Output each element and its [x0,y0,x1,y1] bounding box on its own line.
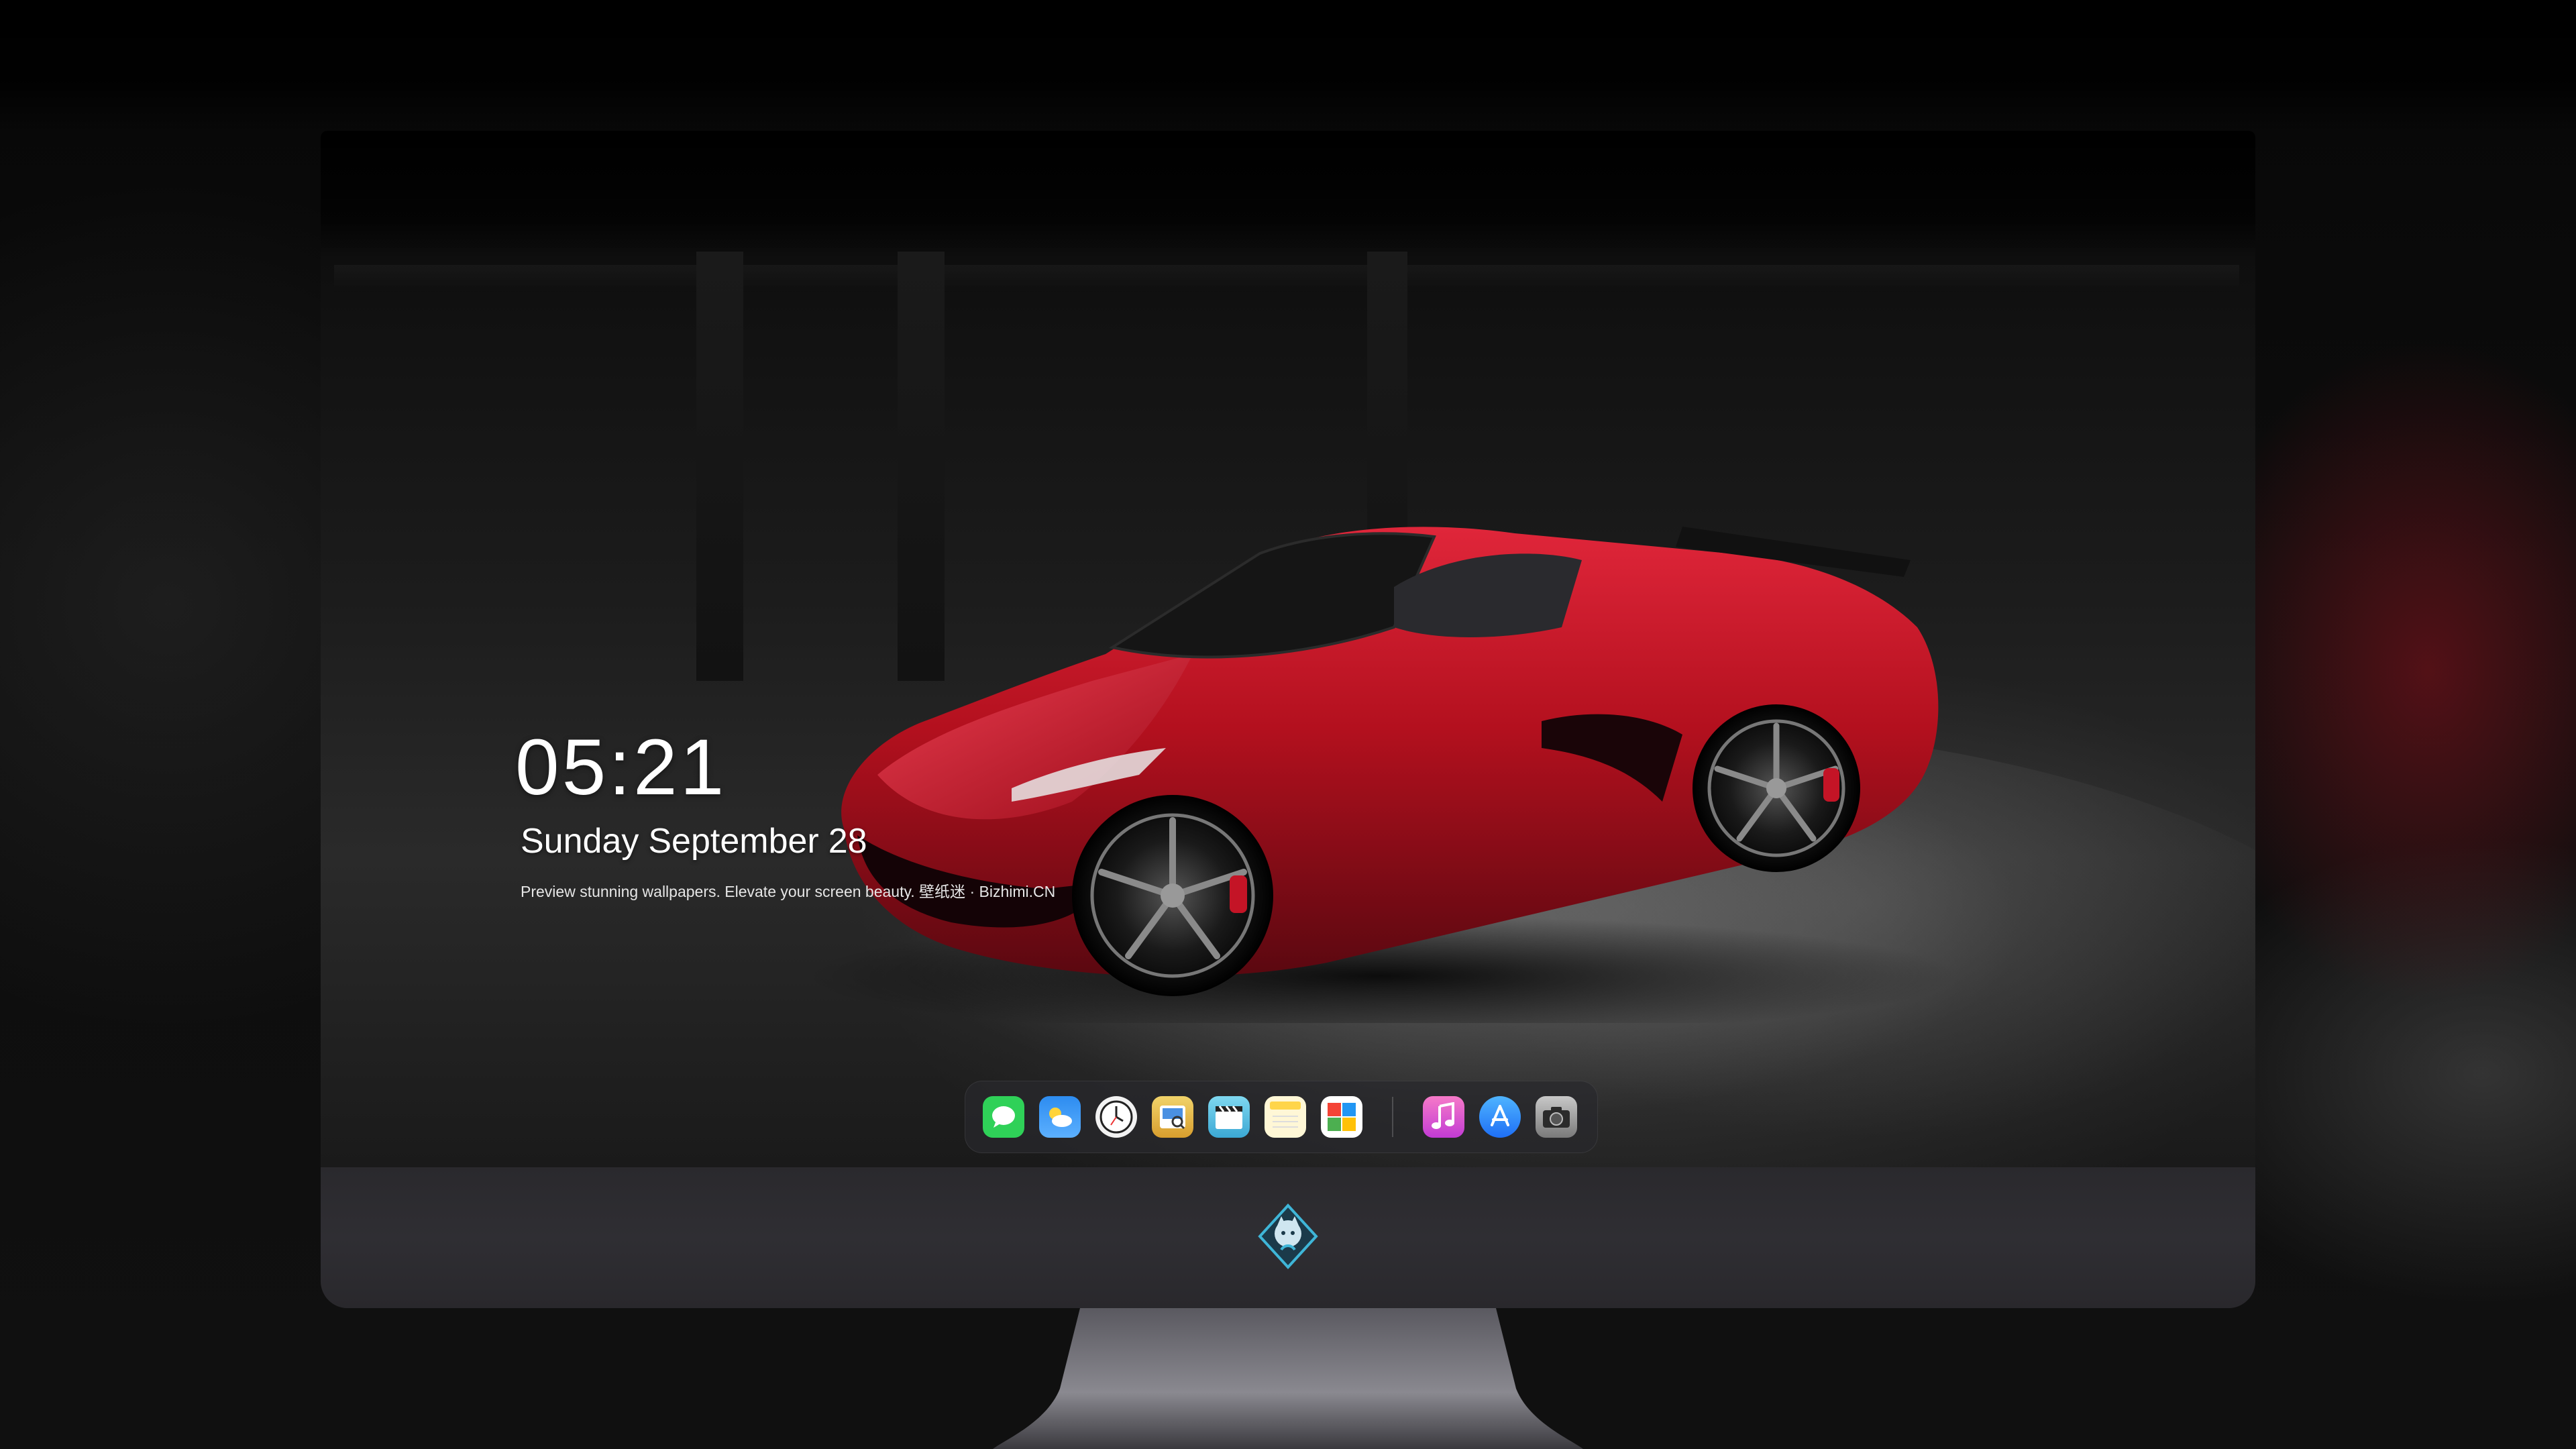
top-vignette [0,0,2576,134]
date-day: 28 [828,822,867,861]
camera-icon[interactable] [1536,1096,1577,1138]
car-illustration [804,527,1957,1023]
notes-icon[interactable] [1265,1096,1306,1138]
lockscreen-clock: 05:21 [515,723,727,812]
preview-icon[interactable] [1152,1096,1193,1138]
lockscreen-tagline: Preview stunning wallpapers. Elevate you… [521,883,1056,900]
desktop-scene: 05:21 Sunday September 28 Preview stunning… [0,0,2576,1449]
date-month: September [648,822,819,861]
app-dock [965,1081,1598,1153]
clock-icon[interactable] [1095,1096,1137,1138]
car-front-hub [1161,883,1185,908]
car-rear-caliper [1823,768,1839,802]
monitor: 05:21 Sunday September 28 Preview stunning… [321,131,2255,1308]
weather-icon[interactable] [1039,1096,1081,1138]
date-weekday: Sunday [521,822,639,861]
clips-icon[interactable] [1208,1096,1250,1138]
monitor-stand [993,1308,1583,1449]
music-icon[interactable] [1423,1096,1464,1138]
lockscreen-date: Sunday September 28 [521,824,877,859]
car-front-caliper [1230,875,1247,913]
photos-icon[interactable] [1321,1096,1362,1138]
messages-icon[interactable] [983,1096,1024,1138]
dock-separator [1392,1097,1393,1137]
wallpaper-top-shadow [321,131,2255,258]
garage-pillar [696,252,743,681]
app-store-icon[interactable] [1479,1096,1521,1138]
garage-beam [334,265,2239,292]
car-rear-hub [1766,778,1786,798]
monitor-screen: 05:21 Sunday September 28 Preview stunning… [321,131,2255,1167]
brand-logo-icon [1258,1203,1318,1269]
